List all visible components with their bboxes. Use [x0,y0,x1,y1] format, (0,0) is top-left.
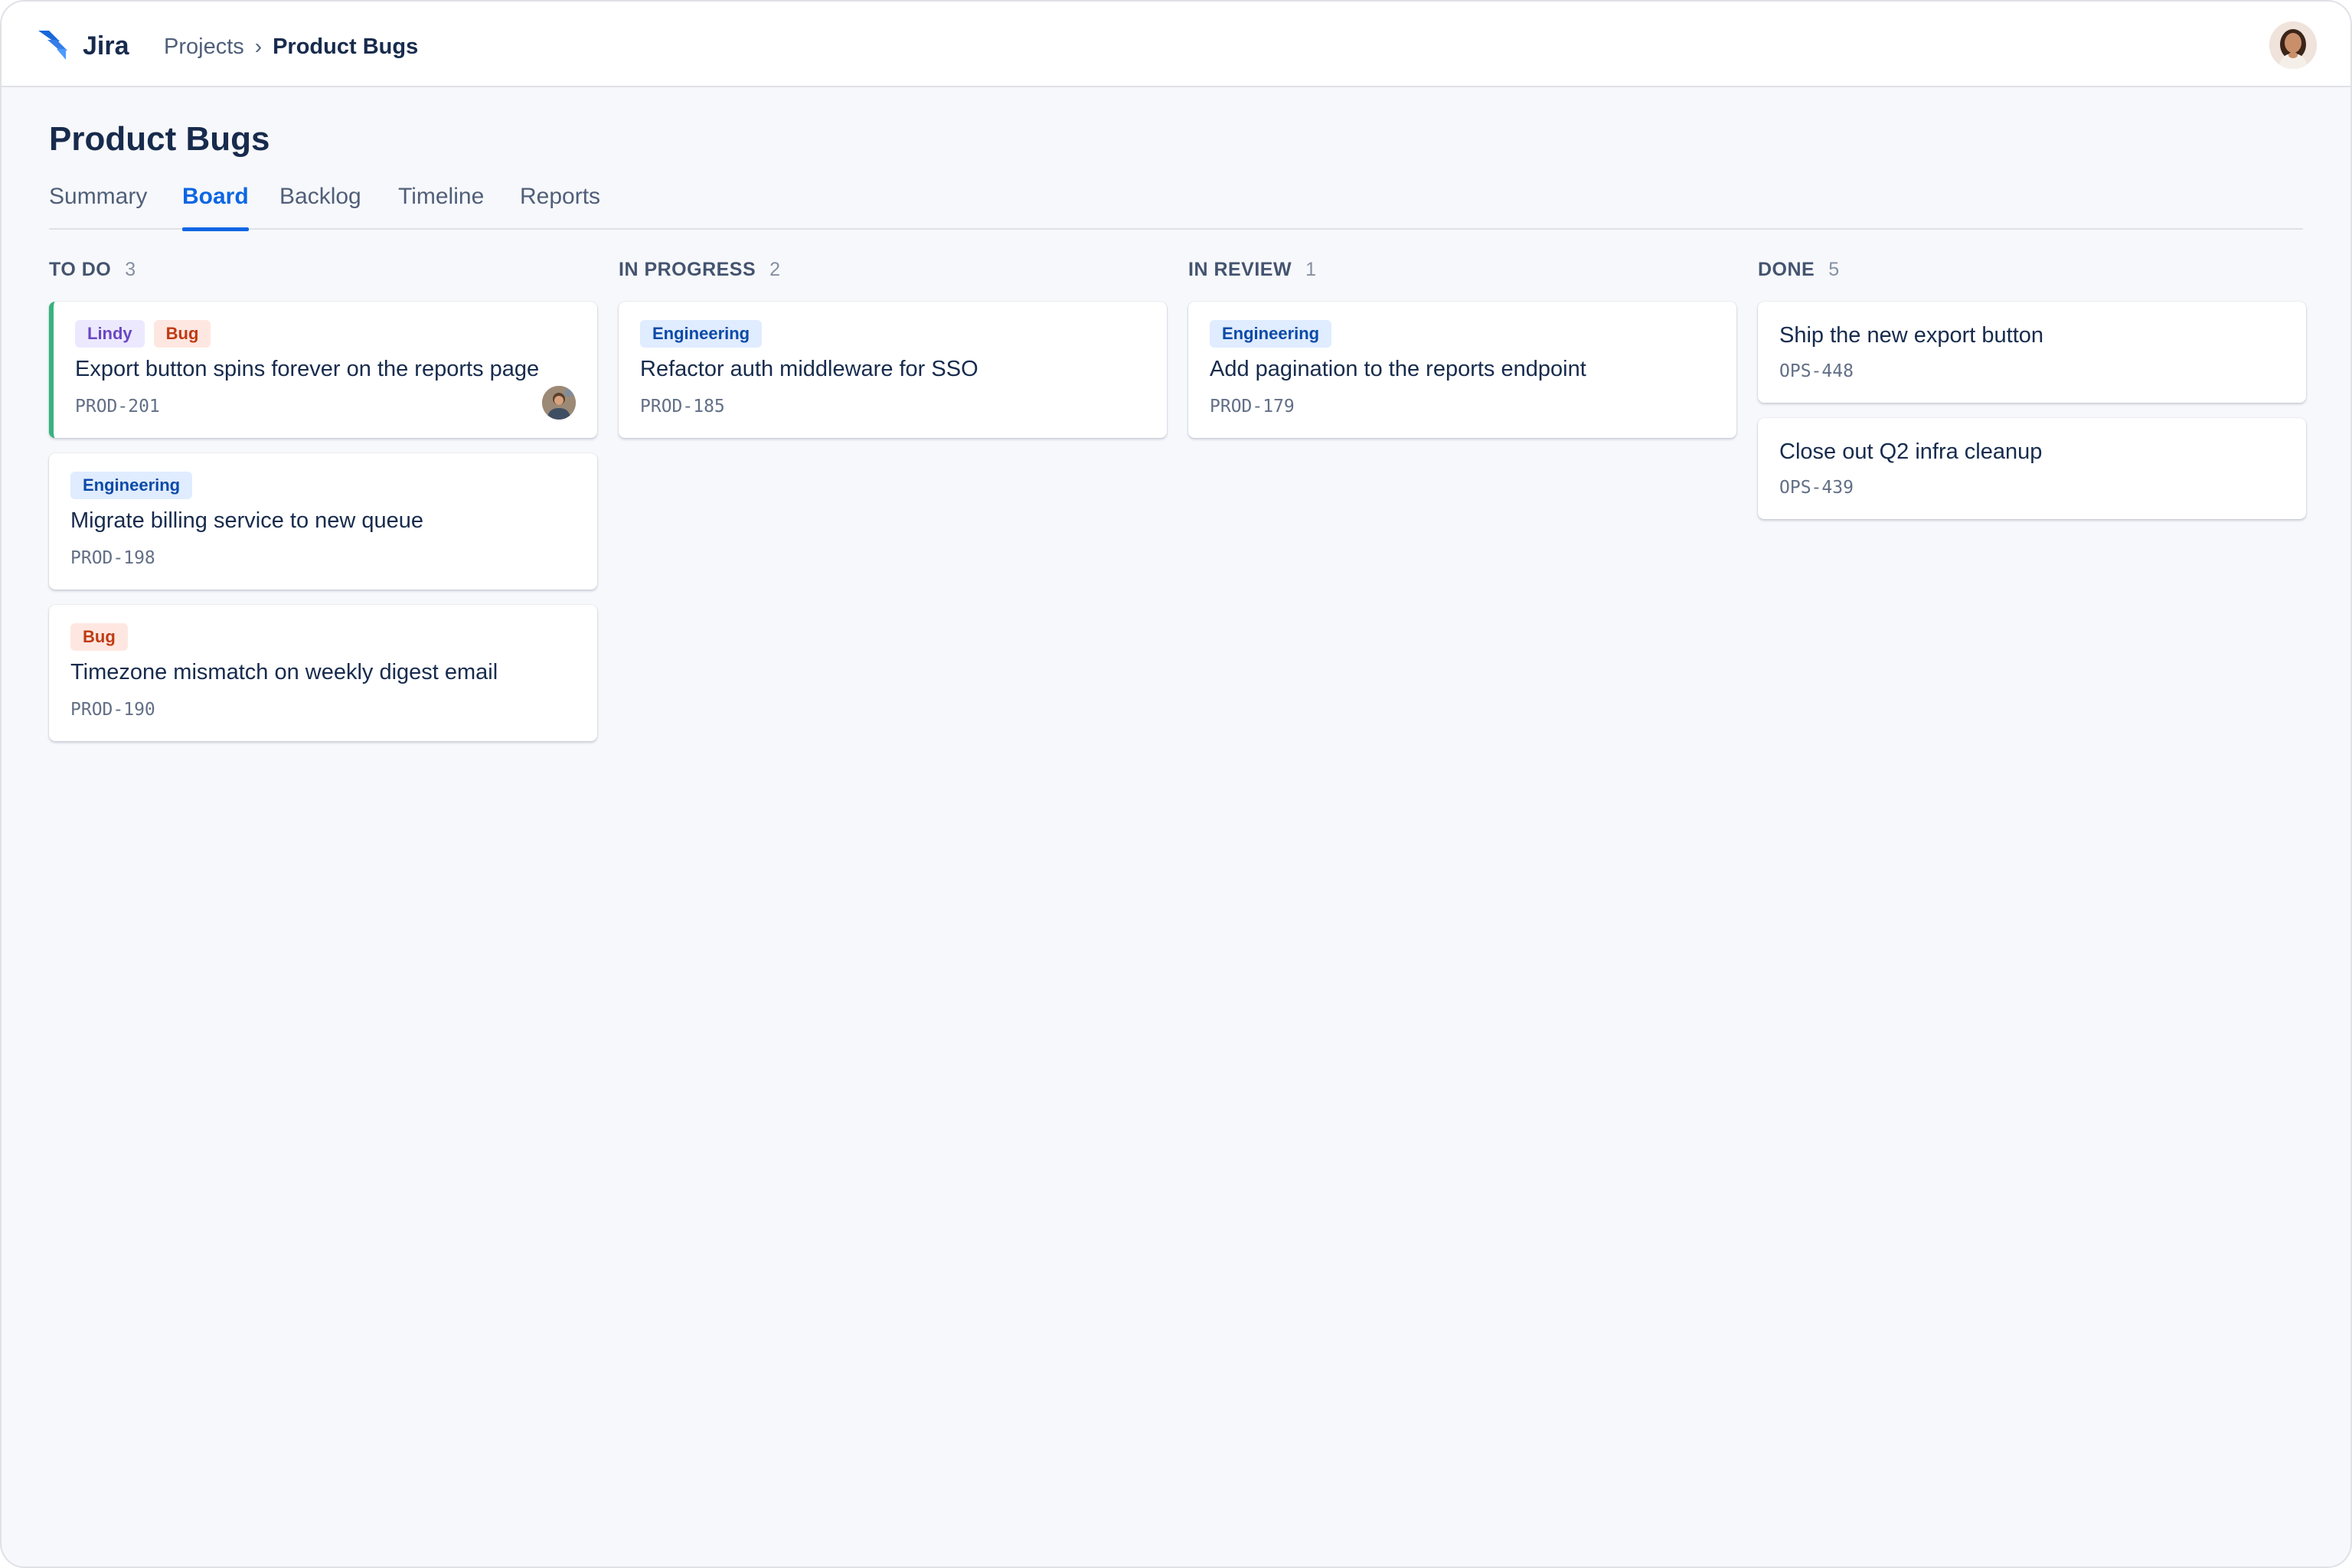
card-key: PROD-185 [640,397,725,416]
issue-card[interactable]: Lindy Bug Export button spins forever on… [49,302,597,438]
label-bug: Bug [153,320,211,348]
tab-board[interactable]: Board [182,179,249,231]
card-labels: Engineering [640,302,1145,349]
issue-card[interactable]: Close out Q2 infra cleanup OPS-439 [1758,418,2306,519]
label-lindy: Lindy [75,320,145,348]
tab-backlog[interactable]: Backlog [279,179,361,230]
column-header: IN PROGRESS 2 [619,254,1167,285]
label-engineering: Engineering [70,472,193,499]
card-title: Close out Q2 infra cleanup [1779,439,2043,464]
breadcrumb-current[interactable]: Product Bugs [273,32,418,61]
issue-card[interactable]: Engineering Refactor auth middleware for… [619,302,1167,438]
card-labels: Engineering [70,453,576,501]
column-in-review: IN REVIEW 1 Engineering Add pagination t… [1188,254,1736,438]
app-window: Jira Projects › Product Bugs Product Bug… [0,0,2352,1568]
card-key: OPS-448 [1779,361,1854,381]
card-title: Ship the new export button [1779,323,2044,348]
tab-timeline[interactable]: Timeline [398,179,484,230]
page-title: Product Bugs [49,120,270,158]
column-title: DONE [1758,259,1815,280]
column-done: DONE 5 Ship the new export button OPS-44… [1758,254,2306,519]
column-count: 2 [769,259,781,280]
column-count: 1 [1305,259,1316,280]
tab-summary[interactable]: Summary [49,179,147,230]
card-labels: Bug [70,605,576,652]
card-key: PROD-190 [70,700,155,720]
card-labels: Engineering [1210,302,1715,349]
column-header: DONE 5 [1758,254,2306,285]
card-title: Export button spins forever on the repor… [75,357,540,381]
column-count: 5 [1828,259,1840,280]
breadcrumb-projects-link[interactable]: Projects [164,32,244,61]
column-header: TO DO 3 [49,254,597,285]
column-title: TO DO [49,259,112,280]
card-key: PROD-179 [1210,397,1295,416]
assignee-avatar[interactable] [542,386,576,420]
breadcrumb: Projects › Product Bugs [164,32,418,61]
column-count: 3 [125,259,136,280]
jira-logo-icon[interactable] [37,28,70,61]
card-title: Refactor auth middleware for SSO [640,357,978,381]
card-labels: Lindy Bug [75,302,576,349]
card-title: Migrate billing service to new queue [70,508,424,533]
label-bug: Bug [70,623,128,651]
column-header: IN REVIEW 1 [1188,254,1736,285]
issue-card[interactable]: Engineering Migrate billing service to n… [49,453,597,590]
column-title: IN REVIEW [1188,259,1292,280]
top-navigation-bar: Jira Projects › Product Bugs [2,2,2350,87]
label-engineering: Engineering [1210,320,1332,348]
issue-card[interactable]: Bug Timezone mismatch on weekly digest e… [49,605,597,741]
card-key: OPS-439 [1779,478,1854,498]
tab-reports[interactable]: Reports [520,179,600,230]
tab-bar: Summary Board Backlog Timeline Reports [49,179,2303,231]
card-title: Timezone mismatch on weekly digest email [70,660,498,684]
issue-card[interactable]: Ship the new export button OPS-448 [1758,302,2306,403]
breadcrumb-separator-icon: › [254,34,263,58]
card-key: PROD-198 [70,548,155,568]
column-title: IN PROGRESS [619,259,756,280]
issue-card[interactable]: Engineering Add pagination to the report… [1188,302,1736,438]
column-todo: TO DO 3 Lindy Bug Export button spins fo… [49,254,597,741]
column-in-progress: IN PROGRESS 2 Engineering Refactor auth … [619,254,1167,438]
card-key: PROD-201 [75,397,160,416]
user-avatar[interactable] [2269,21,2317,69]
card-title: Add pagination to the reports endpoint [1210,357,1586,381]
app-name[interactable]: Jira [83,31,129,61]
label-engineering: Engineering [640,320,763,348]
